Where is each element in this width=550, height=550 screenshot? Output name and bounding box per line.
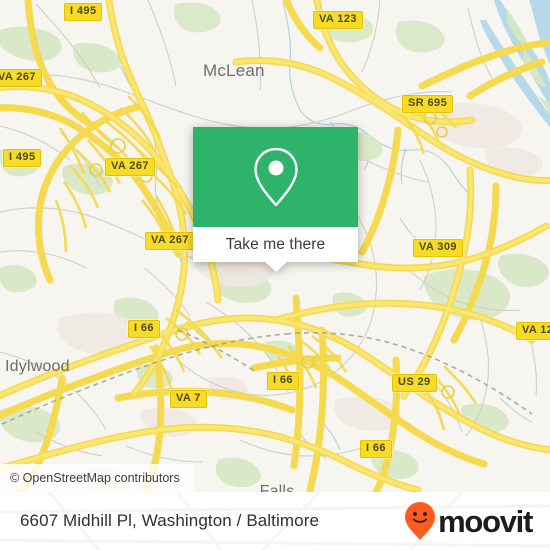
callout-pointer [264,262,287,272]
callout-action[interactable]: Take me there [193,227,358,272]
highway-shield-va309: VA 309 [413,239,463,257]
footer-bar: 6607 Midhill Pl, Washington / Baltimore … [0,492,550,550]
location-callout-card[interactable]: Take me there [193,127,358,272]
osm-attribution-text: © OpenStreetMap contributors [10,471,180,485]
osm-attribution[interactable]: © OpenStreetMap contributors [0,464,194,492]
moovit-wordmark: moovit [438,503,533,539]
highway-shield-i66-south: I 66 [360,440,392,458]
callout-header [193,127,358,227]
highway-shield-sr695: SR 695 [402,95,454,113]
map-pin-icon [253,147,298,207]
highway-shield-i66-mid: I 66 [267,372,299,390]
highway-shield-i495-north: I 495 [64,3,103,21]
moovit-brand[interactable]: moovit [404,501,533,541]
highway-shield-i495-west: I 495 [3,149,42,167]
moovit-pin-smiley-icon [405,502,436,540]
highway-shield-va7: VA 7 [170,390,207,408]
highway-shield-va267-mid: VA 267 [105,158,155,176]
highway-shield-va267-south: VA 267 [145,232,195,250]
highway-shield-va267-west: VA 267 [0,69,42,87]
highway-shield-va123: VA 123 [313,11,363,29]
highway-shield-i66-west: I 66 [128,320,160,338]
moovit-map-screenshot: McLean Idylwood Falls Church I 495 VA 12… [0,0,550,550]
highway-shield-va120: VA 120 [516,322,550,340]
highway-shield-us29: US 29 [392,374,437,392]
footer-address: 6607 Midhill Pl, Washington / Baltimore [20,511,320,530]
take-me-there-label: Take me there [225,235,326,253]
